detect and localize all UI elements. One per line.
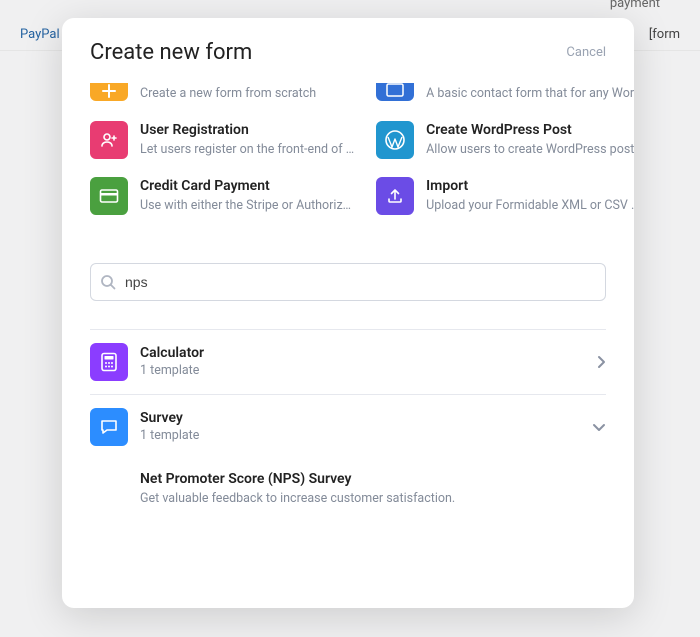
tile-desc: Upload your Formidable XML or CSV … bbox=[426, 197, 634, 215]
chevron-right-icon bbox=[596, 355, 606, 369]
bg-prev-text: payment bbox=[610, 0, 660, 11]
wordpress-icon bbox=[376, 121, 414, 159]
credit-card-icon bbox=[90, 177, 128, 215]
cancel-button[interactable]: Cancel bbox=[566, 45, 606, 60]
category-list: Calculator 1 template Survey 1 template bbox=[90, 329, 606, 512]
category-survey[interactable]: Survey 1 template bbox=[90, 394, 606, 459]
category-title: Survey bbox=[140, 410, 199, 426]
category-calculator[interactable]: Calculator 1 template bbox=[90, 329, 606, 394]
create-form-modal: Create new form Cancel Blank Form Create… bbox=[62, 18, 634, 608]
search-input[interactable] bbox=[90, 263, 606, 301]
modal-title: Create new form bbox=[90, 40, 252, 65]
tile-desc: Use with either the Stripe or Authoriz… bbox=[140, 197, 351, 215]
bg-shortcode: [form bbox=[649, 27, 680, 42]
category-title: Calculator bbox=[140, 345, 204, 361]
mail-icon bbox=[376, 83, 414, 101]
tile-desc: A basic contact form that for any Wor… bbox=[426, 85, 634, 103]
modal-header: Create new form Cancel bbox=[62, 18, 634, 83]
tile-desc: Let users register on the front-end of … bbox=[140, 141, 354, 159]
tile-blank-form[interactable]: Blank Form Create a new form from scratc… bbox=[90, 83, 354, 103]
template-nps-survey[interactable]: Net Promoter Score (NPS) Survey Get valu… bbox=[90, 459, 606, 512]
tile-user-registration[interactable]: User Registration Let users register on … bbox=[90, 121, 354, 159]
tile-create-wordpress-post[interactable]: Create WordPress Post Allow users to cre… bbox=[376, 121, 634, 159]
tile-credit-card-payment[interactable]: Credit Card Payment Use with either the … bbox=[90, 177, 354, 215]
calculator-icon bbox=[90, 343, 128, 381]
tile-desc: Create a new form from scratch bbox=[140, 85, 316, 103]
tile-contact-us[interactable]: Contact Us A basic contact form that for… bbox=[376, 83, 634, 103]
tile-desc: Allow users to create WordPress post… bbox=[426, 141, 634, 159]
tile-title: User Registration bbox=[140, 121, 354, 139]
template-tile-grid: Blank Form Create a new form from scratc… bbox=[90, 83, 606, 215]
search-wrap bbox=[90, 263, 606, 301]
user-plus-icon bbox=[90, 121, 128, 159]
template-title: Net Promoter Score (NPS) Survey bbox=[140, 471, 606, 487]
template-desc: Get valuable feedback to increase custom… bbox=[140, 491, 606, 506]
tile-import[interactable]: Import Upload your Formidable XML or CSV… bbox=[376, 177, 634, 215]
chevron-down-icon bbox=[592, 422, 606, 432]
tile-title: Create WordPress Post bbox=[426, 121, 634, 139]
tile-title: Credit Card Payment bbox=[140, 177, 351, 195]
upload-icon bbox=[376, 177, 414, 215]
category-sub: 1 template bbox=[140, 363, 204, 378]
search-icon bbox=[100, 274, 116, 290]
chat-icon bbox=[90, 408, 128, 446]
tile-title: Import bbox=[426, 177, 634, 195]
plus-icon bbox=[90, 83, 128, 101]
modal-body: Blank Form Create a new form from scratc… bbox=[62, 83, 634, 608]
category-sub: 1 template bbox=[140, 428, 199, 443]
